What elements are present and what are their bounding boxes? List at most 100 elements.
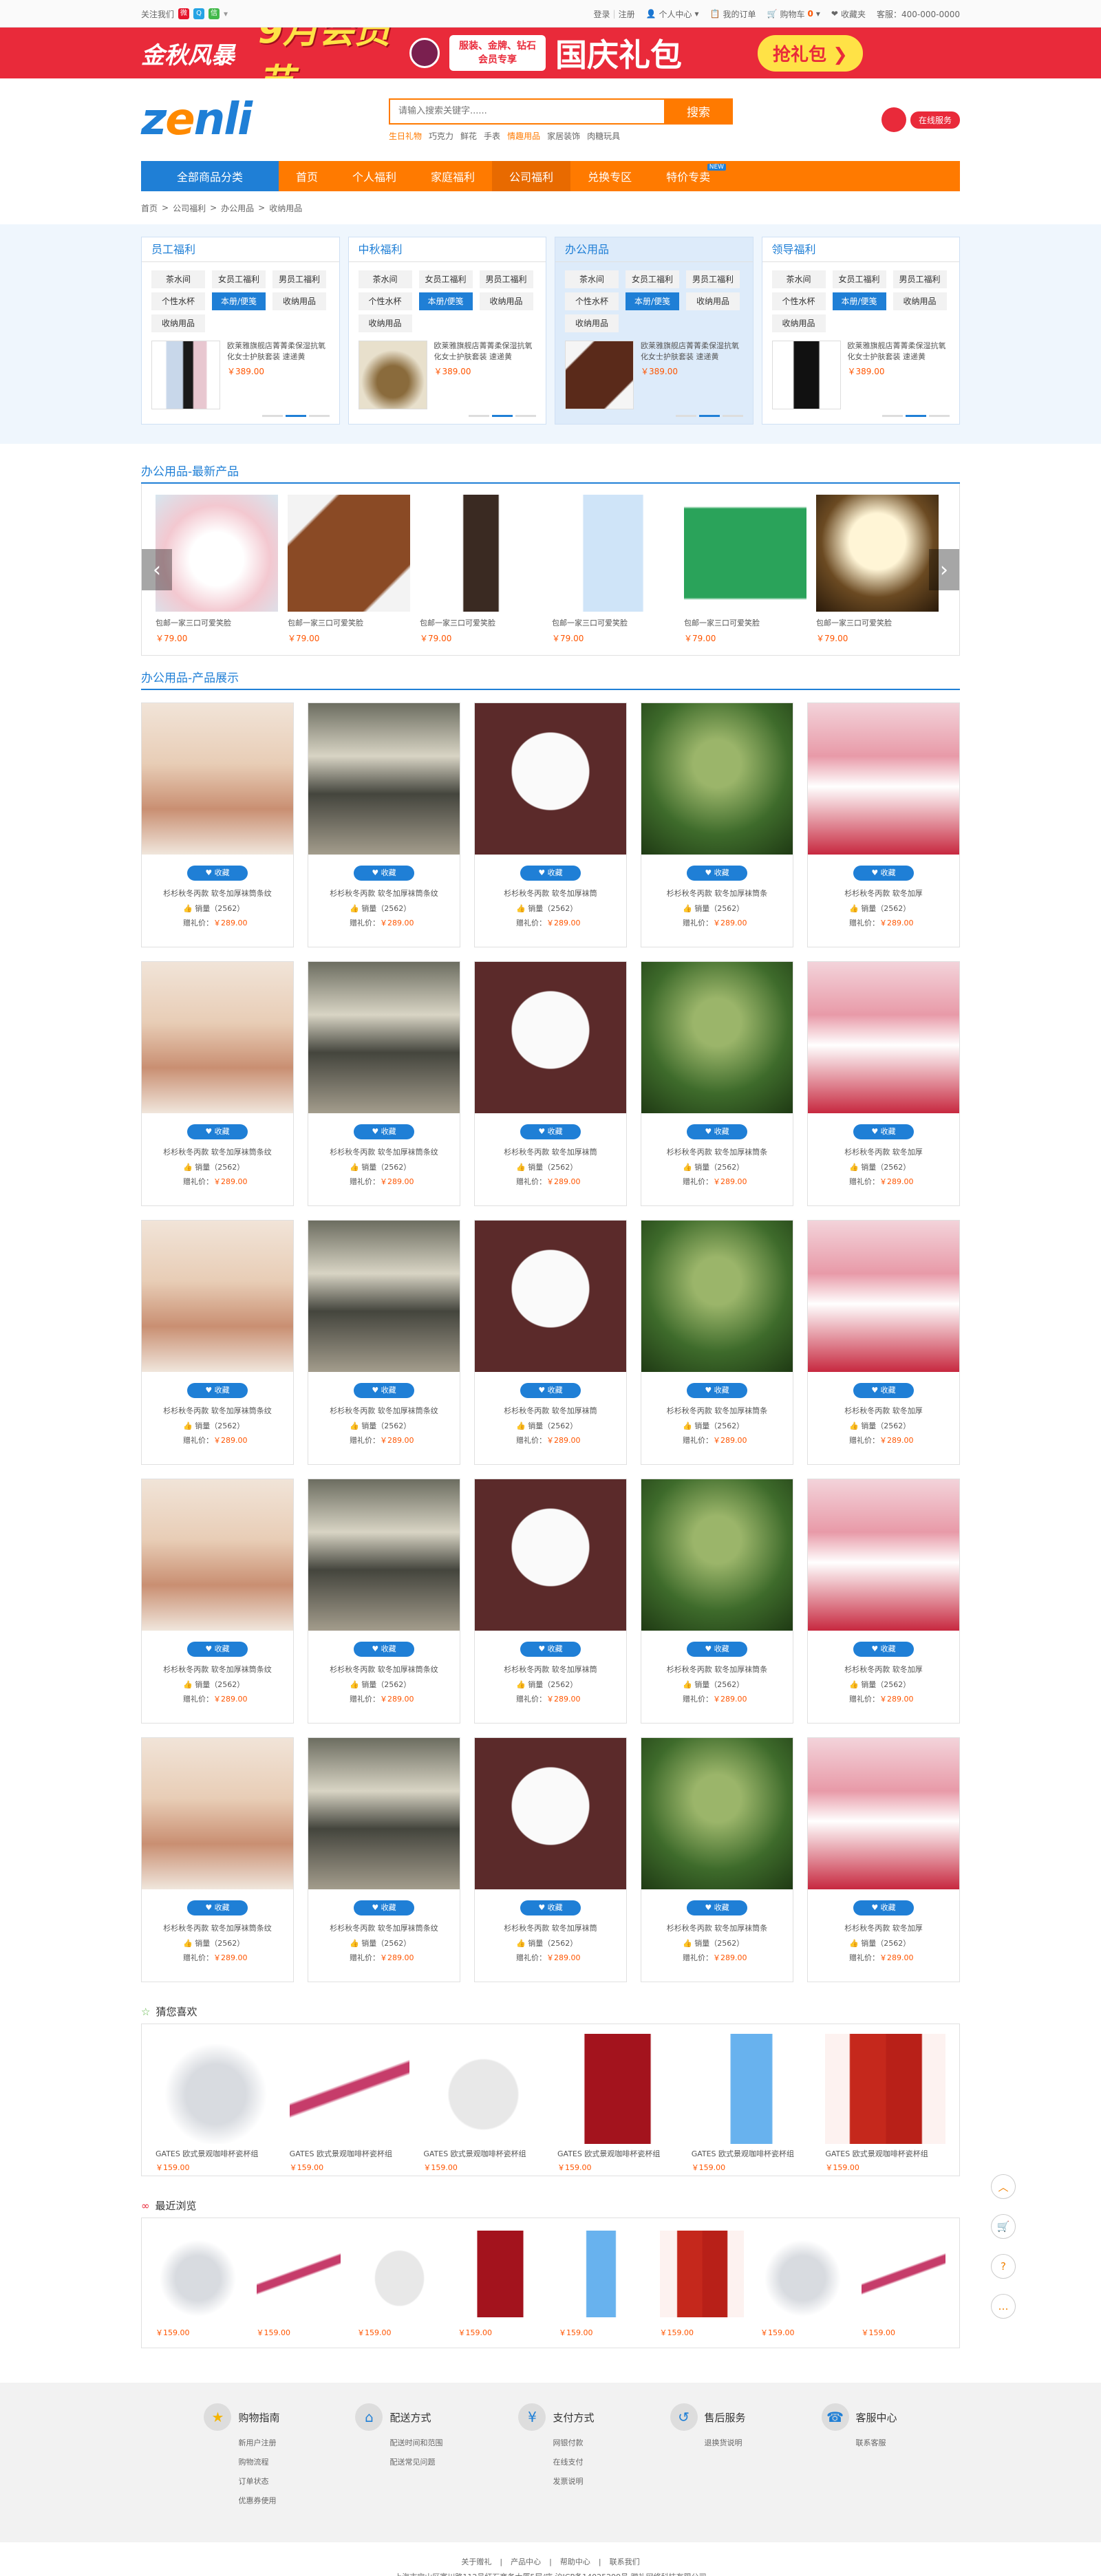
footer-link[interactable]: 配送时间和范围 (389, 2434, 442, 2453)
weibo-icon[interactable]: 微 (178, 8, 190, 19)
hot-keyword[interactable]: 肉糖玩具 (587, 130, 620, 142)
product-title[interactable]: 杉杉秋冬丙款 软冬加厚 (808, 1146, 959, 1157)
product-card[interactable]: ♥ 收藏 杉杉秋冬丙款 软冬加厚袜筒条 👍 销量（2562） 赠礼价：￥289.00 (641, 961, 793, 1206)
orders-link[interactable]: 📋 我的订单 (710, 8, 756, 20)
product-title[interactable]: 杉杉秋冬丙款 软冬加厚袜筒条纹 (308, 888, 460, 899)
slider-dots[interactable] (565, 415, 743, 417)
product-title[interactable]: 杉杉秋冬丙款 软冬加厚 (808, 1922, 959, 1933)
product-title[interactable]: 杉杉秋冬丙款 软冬加厚袜筒 (475, 1146, 626, 1157)
product-card[interactable]: ♥ 收藏 杉杉秋冬丙款 软冬加厚 👍 销量（2562） 赠礼价：￥289.00 (807, 1479, 960, 1724)
product-image[interactable] (808, 1479, 959, 1631)
category-tag[interactable]: 收纳用品 (272, 292, 326, 310)
favorite-button[interactable]: ♥ 收藏 (520, 1124, 581, 1139)
product-card[interactable]: ♥ 收藏 杉杉秋冬丙款 软冬加厚 👍 销量（2562） 赠礼价：￥289.00 (807, 1737, 960, 1982)
product-card[interactable]: ♥ 收藏 杉杉秋冬丙款 软冬加厚袜筒条纹 👍 销量（2562） 赠礼价：￥289.00 (308, 1220, 460, 1465)
favorite-button[interactable]: ♥ 收藏 (687, 866, 747, 881)
slider-dots[interactable] (151, 415, 330, 417)
category-tag[interactable]: 男员工福利 (479, 270, 533, 288)
product-image[interactable] (659, 2231, 744, 2317)
product-card[interactable]: ♥ 收藏 杉杉秋冬丙款 软冬加厚袜筒条纹 👍 销量（2562） 赠礼价：￥289.00 (308, 1737, 460, 1982)
category-tag[interactable]: 本册/便笺 (418, 292, 473, 310)
product-title[interactable]: 包邮一家三口可爱笑脸 (684, 617, 806, 628)
nav-home[interactable]: 首页 (279, 161, 335, 191)
product-image[interactable] (816, 495, 939, 612)
product-image[interactable] (557, 2034, 678, 2144)
category-tag[interactable]: 本册/便笺 (212, 292, 266, 310)
chevron-right-icon[interactable]: › (929, 549, 959, 590)
category-tag[interactable]: 收纳用品 (771, 314, 826, 332)
product-card[interactable]: ♥ 收藏 杉杉秋冬丙款 软冬加厚袜筒条纹 👍 销量（2562） 赠礼价：￥289.00 (308, 1479, 460, 1724)
hot-keyword[interactable]: 生日礼物 (389, 130, 422, 142)
product-image[interactable] (641, 703, 793, 855)
category-tag[interactable]: 个性水杯 (151, 292, 205, 310)
product-title[interactable]: 杉杉秋冬丙款 软冬加厚袜筒条纹 (308, 1146, 460, 1157)
product-image[interactable] (156, 2231, 240, 2317)
hot-keyword[interactable]: 鲜花 (460, 130, 477, 142)
category-tag[interactable]: 收纳用品 (892, 292, 947, 310)
favorite-button[interactable]: ♥ 收藏 (853, 1383, 914, 1398)
favorite-button[interactable]: ♥ 收藏 (853, 1900, 914, 1915)
product-image[interactable] (684, 495, 806, 612)
footer-link[interactable]: 配送常见问题 (389, 2453, 442, 2472)
footer-link[interactable]: 退换货说明 (705, 2434, 746, 2453)
product-card[interactable]: ♥ 收藏 杉杉秋冬丙款 软冬加厚袜筒 👍 销量（2562） 赠礼价：￥289.00 (474, 961, 627, 1206)
product-card[interactable]: ♥ 收藏 杉杉秋冬丙款 软冬加厚袜筒条纹 👍 销量（2562） 赠礼价：￥289.00 (141, 702, 294, 947)
favorite-button[interactable]: ♥ 收藏 (520, 1642, 581, 1657)
product-card[interactable]: ♥ 收藏 杉杉秋冬丙款 软冬加厚袜筒条 👍 销量（2562） 赠礼价：￥289.00 (641, 1479, 793, 1724)
personal-center-link[interactable]: 👤 个人中心 ▾ (646, 8, 699, 20)
product-image[interactable] (142, 962, 293, 1113)
product-card[interactable]: ♥ 收藏 杉杉秋冬丙款 软冬加厚袜筒条 👍 销量（2562） 赠礼价：￥289.00 (641, 1220, 793, 1465)
category-tag[interactable]: 本册/便笺 (832, 292, 886, 310)
product-image[interactable] (760, 2231, 845, 2317)
all-categories-button[interactable]: 全部商品分类 (141, 161, 279, 191)
nav-exchange[interactable]: 兑换专区 (570, 161, 649, 191)
product-card[interactable]: ♥ 收藏 杉杉秋冬丙款 软冬加厚 👍 销量（2562） 赠礼价：￥289.00 (807, 1220, 960, 1465)
product-image[interactable] (861, 2231, 945, 2317)
product-image[interactable] (825, 2034, 946, 2144)
category-title[interactable]: 员工福利 (142, 237, 339, 262)
product-title[interactable]: GATES 欧式景观咖啡杯瓷杯组 (825, 2148, 945, 2159)
product-image[interactable] (552, 495, 674, 612)
product-image[interactable] (808, 962, 959, 1113)
product-title[interactable]: 杉杉秋冬丙款 软冬加厚袜筒条纹 (142, 1405, 293, 1416)
category-tag[interactable]: 女员工福利 (832, 270, 886, 288)
product-title[interactable]: 包邮一家三口可爱笑脸 (420, 617, 542, 628)
favorite-button[interactable]: ♥ 收藏 (853, 1124, 914, 1139)
category-tag[interactable]: 女员工福利 (212, 270, 266, 288)
category-tag[interactable]: 收纳用品 (686, 292, 740, 310)
product-image[interactable] (641, 962, 793, 1113)
product-title[interactable]: 杉杉秋冬丙款 软冬加厚 (808, 1405, 959, 1416)
product-image[interactable] (142, 1479, 293, 1631)
nav-special-offers[interactable]: 特价专卖 NEW (649, 161, 727, 191)
product-image[interactable] (142, 703, 293, 855)
favorite-button[interactable]: ♥ 收藏 (354, 1124, 414, 1139)
favorite-button[interactable]: ♥ 收藏 (687, 1383, 747, 1398)
product-card[interactable]: ♥ 收藏 杉杉秋冬丙款 软冬加厚袜筒条 👍 销量（2562） 赠礼价：￥289.00 (641, 702, 793, 947)
favorite-button[interactable]: ♥ 收藏 (187, 1124, 248, 1139)
product-card[interactable]: ♥ 收藏 杉杉秋冬丙款 软冬加厚袜筒条纹 👍 销量（2562） 赠礼价：￥289.00 (141, 961, 294, 1206)
product-title[interactable]: 杉杉秋冬丙款 软冬加厚袜筒条纹 (308, 1922, 460, 1933)
favorite-button[interactable]: ♥ 收藏 (354, 1383, 414, 1398)
category-tag[interactable]: 茶水间 (151, 270, 205, 288)
grab-gift-button[interactable]: 抢礼包 ❯ (758, 34, 863, 72)
product-title[interactable]: 欧莱雅旗舰店菁菁柔保湿抗氧化女士护肤套装 速递黄 (641, 341, 743, 363)
product-image[interactable] (641, 1479, 793, 1631)
hot-keyword[interactable]: 情趣用品 (507, 130, 540, 142)
product-image[interactable] (308, 703, 460, 855)
product-image[interactable] (808, 1221, 959, 1372)
product-title[interactable]: GATES 欧式景观咖啡杯瓷杯组 (423, 2148, 544, 2159)
footer-link[interactable]: 在线支付 (553, 2453, 594, 2472)
product-image[interactable] (142, 1738, 293, 1889)
product-title[interactable]: 欧莱雅旗舰店菁菁柔保湿抗氧化女士护肤套装 速递黄 (848, 341, 950, 363)
category-tag[interactable]: 收纳用品 (479, 292, 533, 310)
login-link[interactable]: 登录 (594, 8, 610, 20)
favorites-link[interactable]: ❤ 收藏夹 (831, 8, 866, 20)
category-tag[interactable]: 男员工福利 (686, 270, 740, 288)
product-title[interactable]: 欧莱雅旗舰店菁菁柔保湿抗氧化女士护肤套装 速递黄 (227, 341, 330, 363)
favorite-button[interactable]: ♥ 收藏 (520, 1900, 581, 1915)
category-tag[interactable]: 茶水间 (565, 270, 619, 288)
product-card[interactable]: ♥ 收藏 杉杉秋冬丙款 软冬加厚 👍 销量（2562） 赠礼价：￥289.00 (807, 961, 960, 1206)
product-image[interactable] (357, 2231, 442, 2317)
footer-link[interactable]: 发票说明 (553, 2472, 594, 2491)
product-card[interactable]: ♥ 收藏 杉杉秋冬丙款 软冬加厚袜筒条纹 👍 销量（2562） 赠礼价：￥289.00 (141, 1220, 294, 1465)
